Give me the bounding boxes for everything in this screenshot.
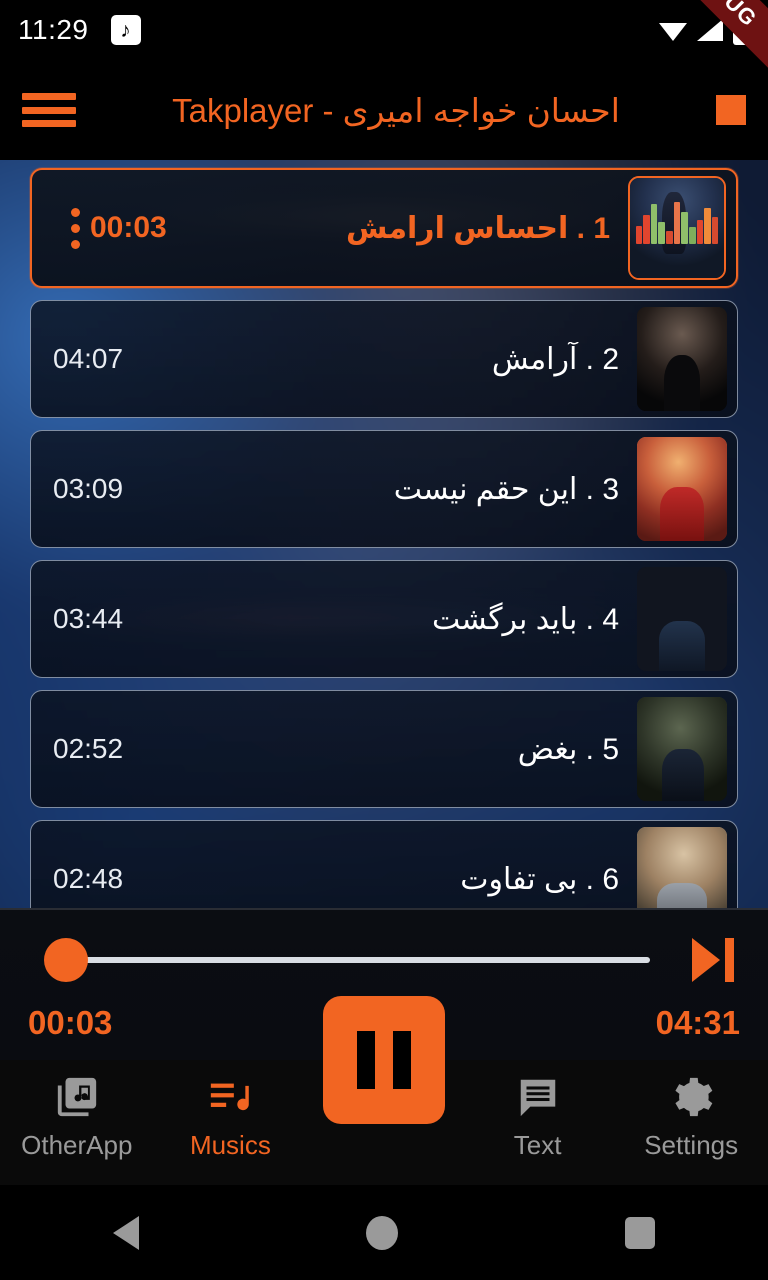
- track-title: 3 . این حقم نیست: [393, 472, 619, 506]
- back-triangle-icon[interactable]: [113, 1215, 140, 1250]
- total-time: 04:31: [655, 1004, 740, 1041]
- nav-item-text[interactable]: Text: [461, 1074, 615, 1161]
- page-title: احسان خواجه امیری - Takplayer: [172, 91, 620, 129]
- track-artwork: [637, 437, 727, 541]
- track-title: 5 . بغض: [517, 732, 619, 766]
- track-duration: 04:07: [53, 343, 124, 374]
- seek-row: [0, 932, 768, 988]
- track-title: 1 . احساس ارامش: [346, 211, 610, 245]
- seek-thumb[interactable]: [44, 938, 88, 982]
- seek-rail: [56, 957, 650, 963]
- track-duration: 02:48: [53, 863, 124, 894]
- track-duration: 03:44: [53, 603, 124, 634]
- battery-icon: [733, 11, 750, 45]
- android-nav-bar: [0, 1185, 768, 1280]
- track-title: 2 . آرامش: [491, 342, 619, 376]
- recents-square-icon[interactable]: [624, 1216, 655, 1249]
- nav-item-label: OtherApp: [21, 1130, 133, 1160]
- track-title: 6 . بی تفاوت: [460, 862, 619, 896]
- pause-icon[interactable]: [323, 996, 445, 1124]
- nav-item-settings[interactable]: Settings: [614, 1074, 768, 1161]
- track-row[interactable]: 3 . این حقم نیست 03:09: [30, 430, 738, 548]
- track-artwork: [637, 697, 727, 801]
- library-music-icon: [54, 1074, 100, 1120]
- hamburger-icon[interactable]: [22, 89, 76, 131]
- app-bar: احسان خواجه امیری - Takplayer: [0, 60, 768, 160]
- track-row[interactable]: 5 . بغض 02:52: [30, 690, 738, 808]
- track-duration: 03:09: [53, 473, 124, 504]
- track-row[interactable]: 6 . بی تفاوت 02:48: [30, 820, 738, 908]
- app-root: 11:29 ♪ DEBUG احسان خواجه امیری - Takpla…: [0, 0, 768, 1280]
- track-row[interactable]: 1 . احساس ارامش 00:03: [30, 168, 738, 288]
- track-title: 4 . باید برگشت: [431, 602, 619, 636]
- track-artwork: [637, 827, 727, 908]
- track-duration: 00:03: [90, 211, 167, 244]
- track-row[interactable]: 2 . آرامش 04:07: [30, 300, 738, 418]
- gear-icon: [668, 1074, 714, 1120]
- nav-item-label: Musics: [189, 1130, 271, 1160]
- track-artwork: [628, 176, 726, 280]
- nav-item-musics[interactable]: Musics: [154, 1074, 308, 1161]
- status-clock: 11:29: [18, 14, 89, 45]
- status-icons: [659, 11, 750, 45]
- comment-text-icon: [515, 1074, 561, 1120]
- skip-next-icon[interactable]: [686, 936, 740, 984]
- track-row[interactable]: 4 . باید برگشت 03:44: [30, 560, 738, 678]
- home-circle-icon[interactable]: [365, 1215, 398, 1250]
- queue-music-icon: [207, 1074, 253, 1120]
- nav-item-label: Text: [513, 1130, 562, 1160]
- track-duration: 02:52: [53, 733, 124, 764]
- nav-item-label: Settings: [644, 1130, 739, 1160]
- wifi-icon: [659, 22, 687, 41]
- stop-square-icon[interactable]: [716, 95, 746, 125]
- music-note-icon: ♪: [110, 15, 141, 45]
- nav-item-otherapp[interactable]: OtherApp: [0, 1074, 154, 1161]
- status-bar: 11:29 ♪: [0, 0, 768, 60]
- more-vert-icon[interactable]: [60, 196, 90, 260]
- track-artwork: [637, 567, 727, 671]
- playlist[interactable]: 1 . احساس ارامش 00:03 2 . آرامش 04:07 3 . ای…: [0, 160, 768, 908]
- track-artwork: [637, 307, 727, 411]
- current-time: 00:03: [28, 1004, 113, 1041]
- signal-icon: [697, 19, 723, 41]
- equalizer-icon: [635, 202, 719, 244]
- seek-slider[interactable]: [28, 938, 664, 982]
